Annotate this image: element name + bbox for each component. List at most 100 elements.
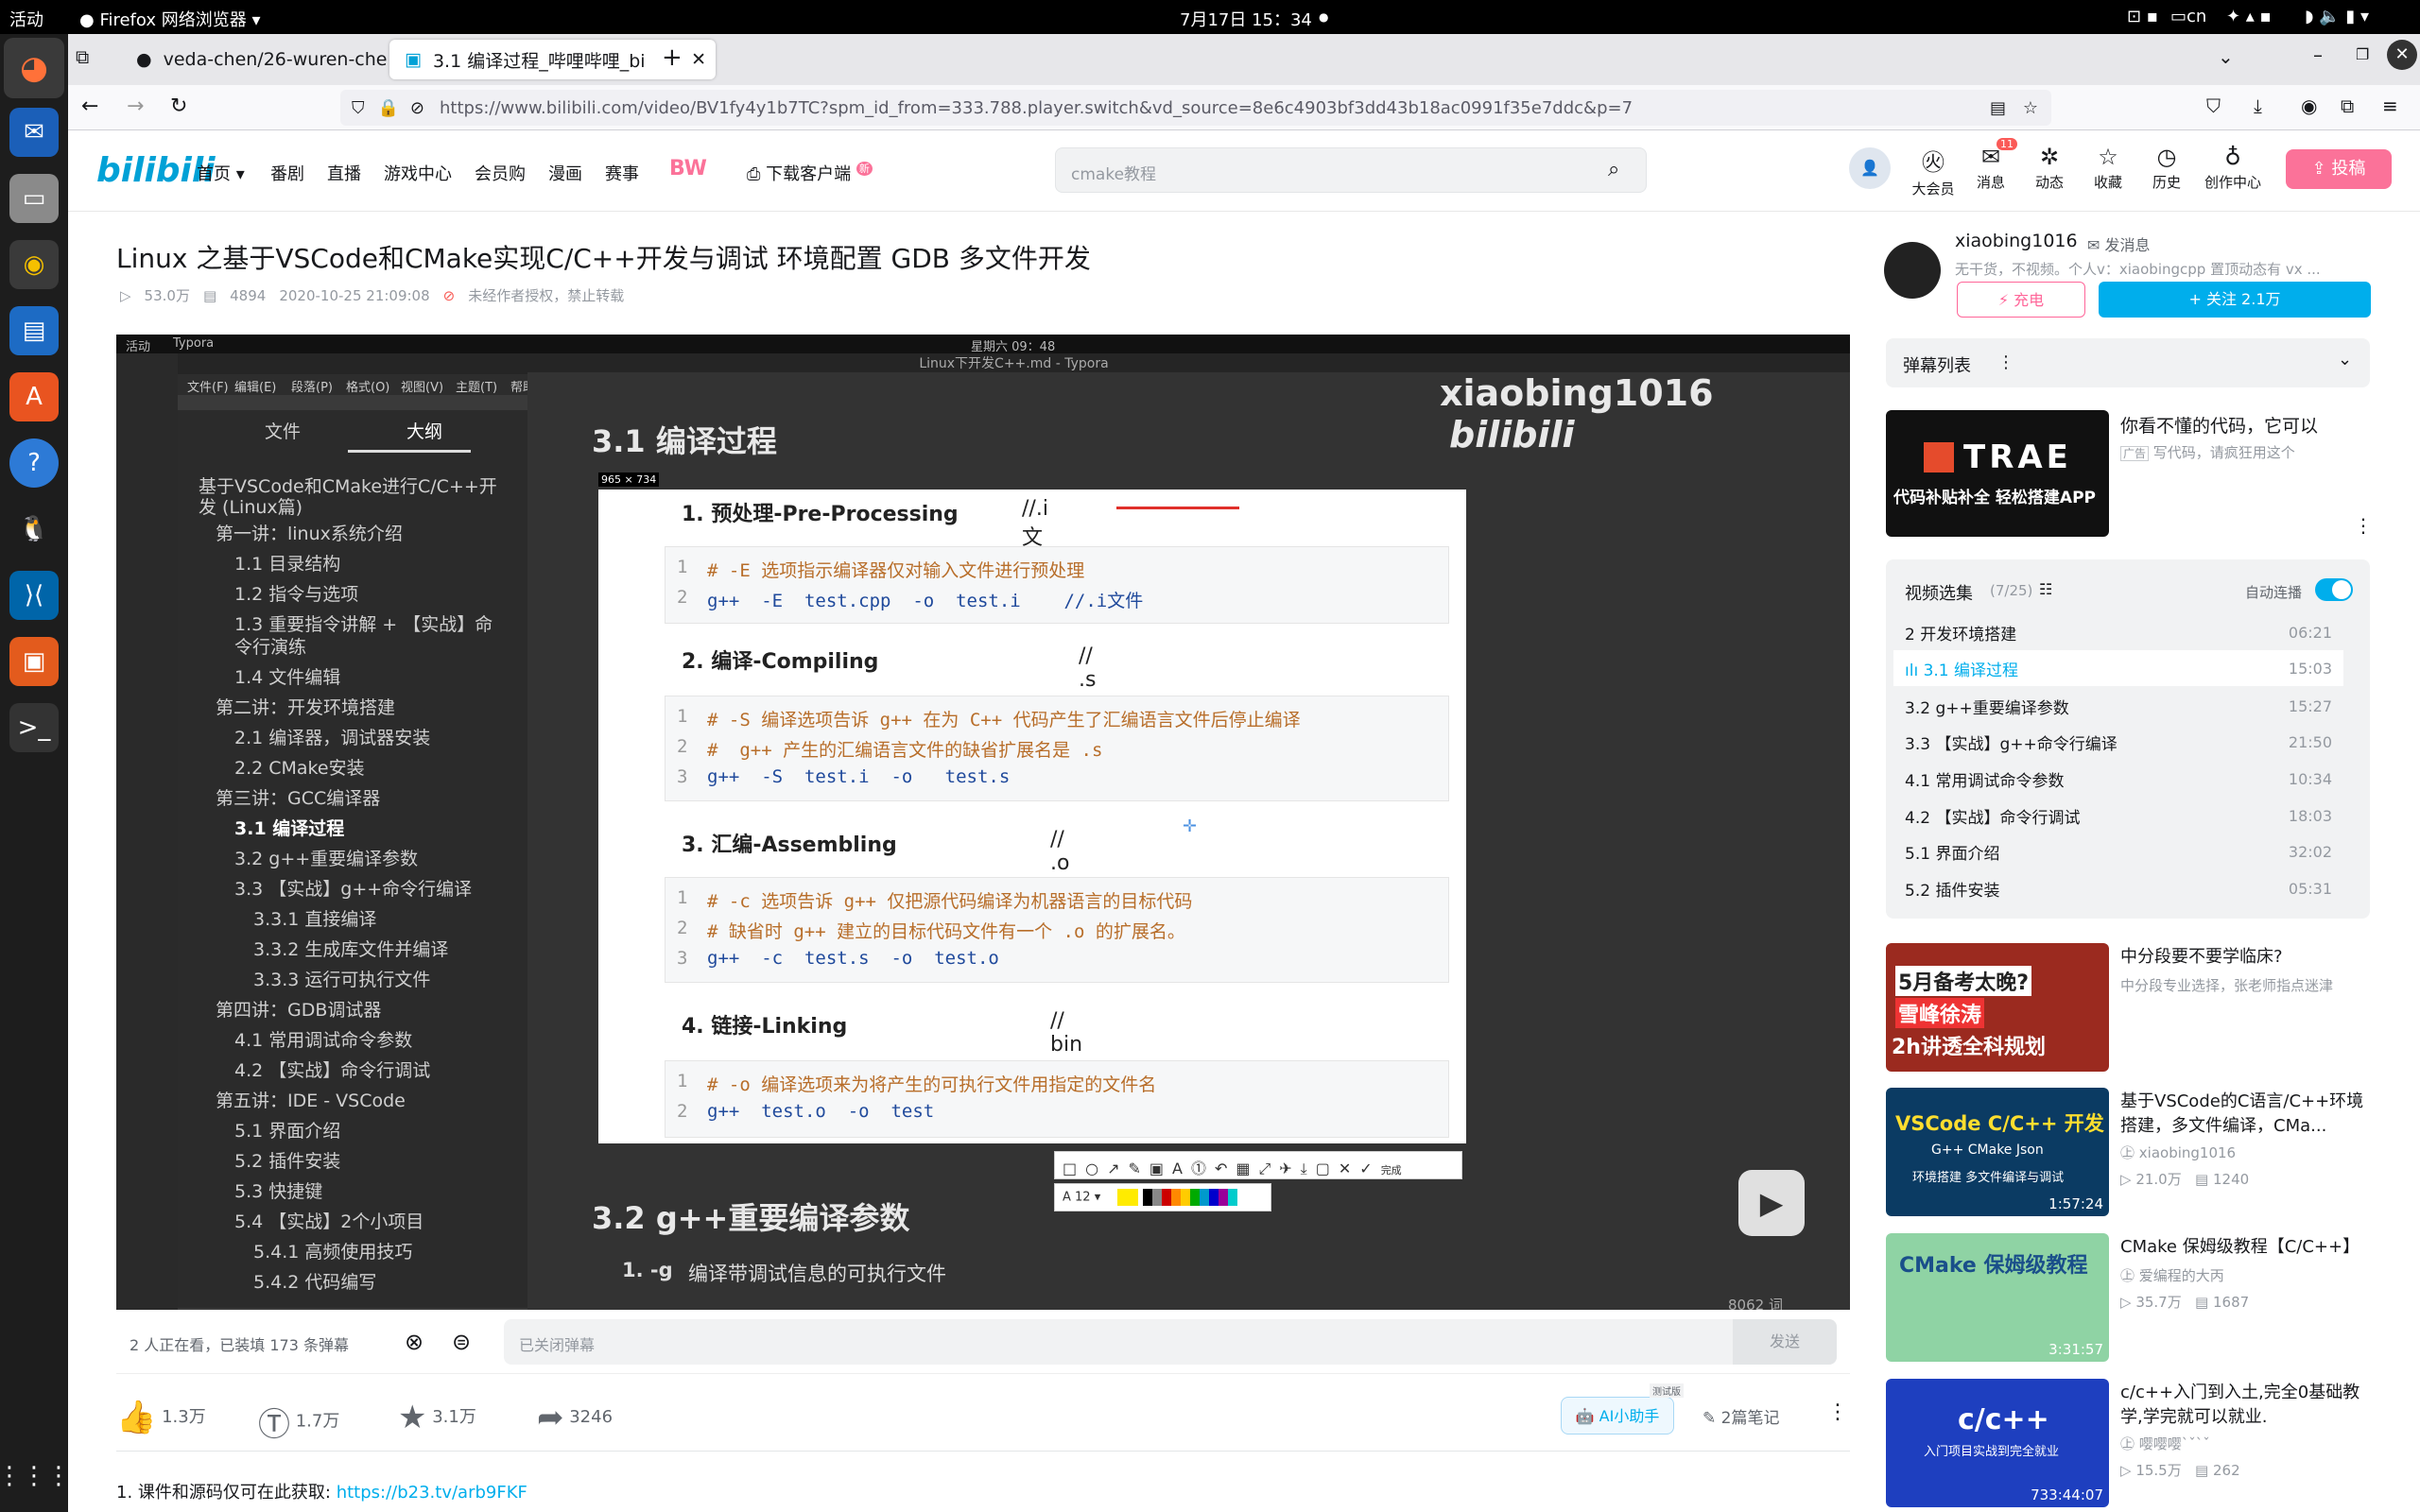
dynamics-button[interactable]: ✲ 动态 (2021, 144, 2078, 192)
screenshot-toolbar[interactable]: □○↗✎▣A⓵↶▦⤢✈⤓▢✕✓完成 (1054, 1151, 1462, 1179)
history-button[interactable]: ◷ 历史 (2138, 144, 2195, 192)
url-text[interactable]: https://www.bilibili.com/video/BV1fy4y1b… (440, 98, 1633, 118)
restore-icon[interactable]: ❐ (2356, 45, 2369, 63)
screenshot-style-bar[interactable]: A 12 ▾ (1054, 1183, 1271, 1211)
search-box[interactable]: cmake教程 ⌕ (1055, 147, 1647, 193)
firefox-icon[interactable]: ◕ (4, 38, 64, 98)
source-link[interactable]: https://b23.tv/arb9FKF (337, 1483, 527, 1503)
list-view-icon[interactable]: ☷ (2039, 580, 2052, 598)
minimize-icon[interactable]: – (2313, 43, 2323, 66)
search-icon[interactable]: ⌕ (1608, 158, 1619, 181)
more-icon[interactable]: ⋮ (1827, 1400, 1848, 1424)
terminal-icon[interactable]: >_ (9, 703, 59, 752)
nav-bangumi[interactable]: 番剧 (270, 161, 304, 185)
share-button[interactable]: ➦ 3246 (537, 1399, 613, 1436)
tab-overview-icon[interactable]: ⧉ (76, 45, 104, 74)
qq-icon[interactable]: 🐧 (9, 505, 59, 554)
help-icon[interactable]: ? (9, 438, 59, 488)
coin-button[interactable]: Ⓣ 1.7万 (258, 1399, 339, 1445)
like-button[interactable]: 👍 1.3万 (116, 1399, 206, 1436)
playlist-item[interactable]: 3.2 g++重要编译参数 15:27 (1893, 688, 2343, 724)
forward-icon[interactable]: → (127, 94, 144, 118)
close-window-icon[interactable]: ✕ (2387, 40, 2417, 70)
creator-center-button[interactable]: ♁ 创作中心 (2195, 144, 2271, 192)
permissions-icon[interactable]: ⊘ (410, 98, 424, 118)
recommendation-card[interactable]: CMake 保姆级教程 3:31:57 CMake 保姆级教程【C/C++】 ㊤… (1886, 1233, 2370, 1362)
danmaku-settings-icon[interactable]: ⊜ (452, 1329, 471, 1355)
vscode-icon[interactable]: ⟩⟨ (9, 571, 59, 620)
activities-button[interactable]: 活动 (9, 7, 43, 31)
rhythmbox-icon[interactable]: ◉ (9, 240, 59, 289)
tray-extra-icons[interactable]: ✦ ▴ ▪ (2226, 7, 2272, 26)
playlist-item-active[interactable]: ılı 3.1 编译过程 15:03 (1893, 650, 2343, 686)
playlist-item[interactable]: 5.1 界面介绍 32:02 (1893, 833, 2343, 869)
nav-manga[interactable]: 漫画 (548, 161, 582, 185)
video-player[interactable]: 活动 Typora 星期六 09：48 Linux下开发C++.md - Typ… (116, 335, 1850, 1310)
send-message-button[interactable]: ✉ 发消息 (2087, 232, 2151, 255)
tab-close-icon[interactable]: ✕ (691, 49, 706, 70)
charge-button[interactable]: ⚡ 充电 (1957, 282, 2085, 318)
files-icon[interactable]: ▭ (9, 174, 59, 223)
ad-title[interactable]: 你看不懂的代码，它可以 (2120, 412, 2318, 438)
bookmark-star-icon[interactable]: ☆ (2023, 98, 2038, 118)
favorite-button[interactable]: ★ 3.1万 (398, 1399, 476, 1436)
upload-button[interactable]: ⇪ 投稿 (2286, 149, 2392, 189)
recommendation-card[interactable]: c/c++ 入门项目实战到完全就业 733:44:07 c/c++入门到入土,完… (1886, 1379, 2370, 1507)
danmaku-input[interactable]: 已关闭弹幕 发送 (504, 1319, 1837, 1365)
app-menu[interactable]: ● Firefox 网络浏览器 ▾ (79, 7, 261, 31)
notes-button[interactable]: ✎ 2篇笔记 (1703, 1404, 1779, 1428)
recommendation-card[interactable]: 5月备考太晚? 雪峰徐涛 2h讲透全科规划 中分段要不要学临床? 中分段专业选择… (1886, 943, 2370, 1072)
menu-icon[interactable]: ≡ (2382, 94, 2398, 117)
nav-home[interactable]: 首页 ▾ (197, 161, 245, 185)
vip-button[interactable]: ㊋大会员 (1905, 144, 1962, 198)
clock[interactable]: 7月17日 15：34 (1180, 7, 1312, 31)
reader-view-icon[interactable]: ▤ (1990, 98, 2006, 118)
bw-logo[interactable]: BW (669, 157, 707, 180)
nav-game-center[interactable]: 游戏中心 (384, 161, 452, 185)
danmaku-list-header[interactable]: 弹幕列表 ⋮ ⌄ (1886, 338, 2370, 387)
nav-esports[interactable]: 赛事 (605, 161, 639, 185)
autoplay-toggle[interactable] (2315, 578, 2353, 601)
pocket-icon[interactable]: ⛉ (2206, 94, 2221, 117)
playlist-item[interactable]: 4.2 【实战】命令行调试 18:03 (1893, 798, 2343, 833)
uploader-avatar[interactable] (1884, 242, 1941, 299)
uploader-name[interactable]: xiaobing1016 (1955, 231, 2078, 251)
playlist-item[interactable]: 4.1 常用调试命令参数 10:34 (1893, 761, 2343, 797)
shield-icon[interactable]: ⛉ (352, 98, 365, 118)
nav-live[interactable]: 直播 (327, 161, 361, 185)
favorites-button[interactable]: ☆ 收藏 (2080, 144, 2136, 192)
input-method[interactable]: ▭cn (2170, 7, 2206, 26)
nav-mall[interactable]: 会员购 (475, 161, 526, 185)
send-button[interactable]: 发送 (1733, 1319, 1837, 1365)
play-icon[interactable]: ▶ (1738, 1170, 1805, 1236)
ai-assistant-button[interactable]: 🤖 AI小助手 (1561, 1397, 1674, 1435)
more-icon[interactable]: ⋮ (2354, 514, 2373, 537)
user-avatar[interactable]: 👤 (1849, 147, 1891, 189)
app-center-icon[interactable]: A (9, 372, 59, 421)
impress-icon[interactable]: ▣ (9, 637, 59, 686)
show-apps-icon[interactable]: ⋮⋮⋮ (0, 1452, 71, 1501)
account-icon[interactable]: ◉ (2301, 94, 2317, 117)
recommendation-card[interactable]: VSCode C/C++ 开发 G++ CMake Json 环境搭建 多文件编… (1886, 1088, 2370, 1216)
nav-download-client[interactable]: ⎙ 下载客户端 新 (747, 161, 873, 185)
danmaku-toggle-icon[interactable]: ⊗ (405, 1329, 424, 1355)
url-bar[interactable]: ⛉ 🔒 ⊘ https://www.bilibili.com/video/BV1… (340, 90, 2051, 126)
lock-icon[interactable]: 🔒 (378, 98, 399, 118)
messages-button[interactable]: ✉ 消息 11 (1962, 138, 2019, 192)
thunderbird-icon[interactable]: ✉ (9, 108, 59, 157)
ad-thumbnail[interactable]: TRAE 代码补贴补全 轻松搭建APP (1886, 410, 2109, 537)
new-tab-button[interactable]: + (662, 43, 683, 72)
system-status-icons[interactable]: ◗ 🔈 ▮ ▾ (2305, 7, 2369, 26)
reload-icon[interactable]: ↻ (170, 94, 187, 118)
tray-icons[interactable]: ⊡ ▪ (2127, 7, 2158, 26)
playlist-item[interactable]: 5.2 插件安装 05:31 (1893, 870, 2343, 906)
playlist-item[interactable]: 2 开发环境搭建 06:21 (1893, 614, 2343, 650)
playlist-item[interactable]: 3.3 【实战】g++命令行编译 21:50 (1893, 724, 2343, 760)
search-input[interactable]: cmake教程 (1071, 161, 1156, 184)
writer-icon[interactable]: ▤ (9, 306, 59, 355)
list-tabs-icon[interactable]: ⌄ (2218, 45, 2234, 68)
extensions-icon[interactable]: ⧉ (2341, 94, 2354, 117)
follow-button[interactable]: + 关注 2.1万 (2099, 282, 2371, 318)
downloads-icon[interactable]: ⤓ (2254, 94, 2262, 117)
back-icon[interactable]: ← (81, 94, 98, 118)
